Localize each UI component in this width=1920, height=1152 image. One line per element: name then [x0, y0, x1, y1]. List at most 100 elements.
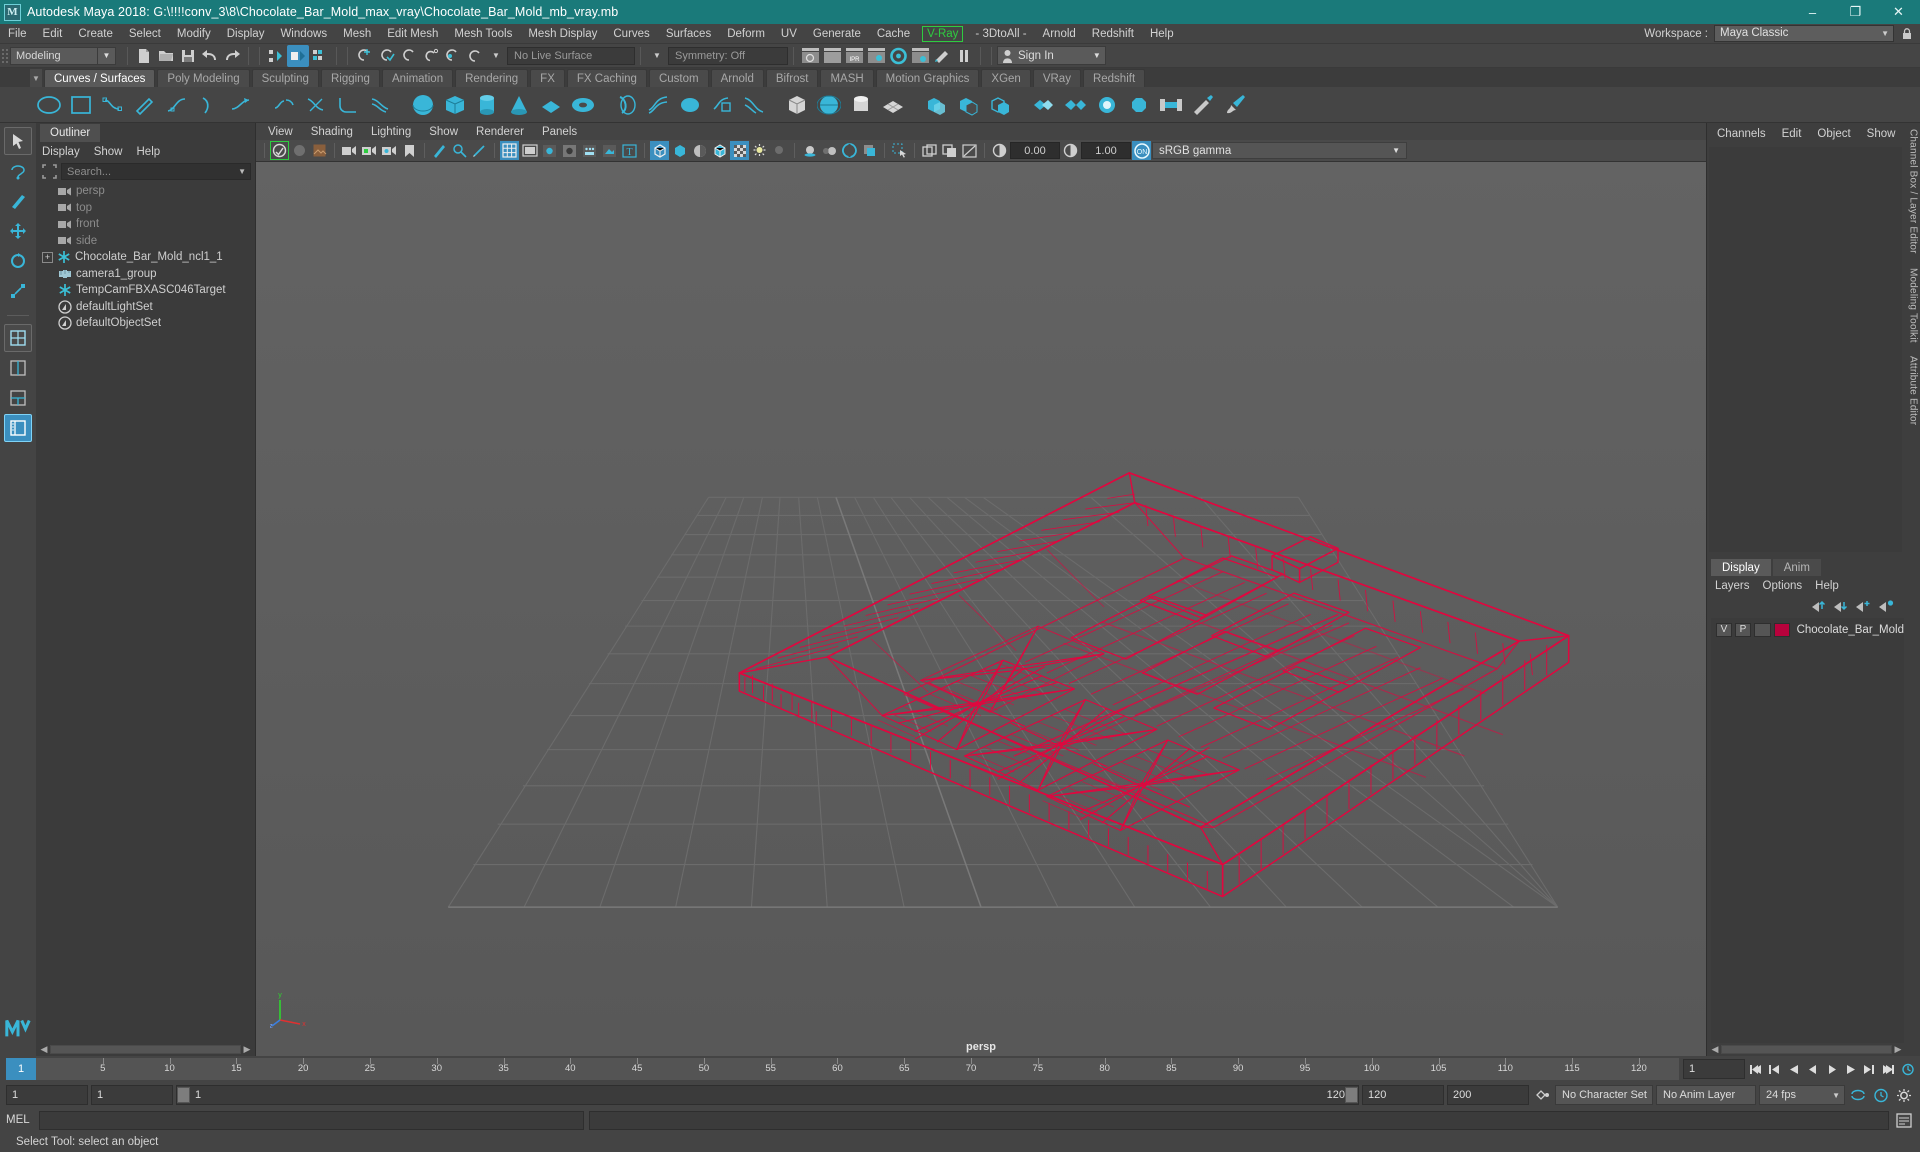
offset-curve-icon[interactable] [365, 90, 394, 119]
channelbox-menu-edit[interactable]: Edit [1782, 128, 1802, 140]
shelf-tab-mash[interactable]: MASH [820, 69, 874, 87]
select-by-hierarchy-icon[interactable] [265, 45, 287, 67]
gamma-icon[interactable] [1061, 141, 1080, 160]
animation-preferences-icon[interactable] [1899, 1059, 1916, 1079]
menu-item-generate[interactable]: Generate [805, 24, 869, 44]
layer-list-horizontal-scrollbar[interactable]: ◀ ▶ [1707, 1043, 1906, 1056]
snap-to-grid-icon[interactable] [353, 45, 375, 67]
minimize-button[interactable]: – [1791, 0, 1834, 24]
snap-to-curve-icon[interactable] [375, 45, 397, 67]
shelf-tab-sculpting[interactable]: Sculpting [251, 69, 319, 87]
symmetry-field[interactable]: Symmetry: Off [668, 46, 788, 65]
boolean-difference-icon[interactable] [953, 90, 982, 119]
lock-camera-icon[interactable] [360, 141, 379, 160]
measure-tool-icon[interactable] [470, 141, 489, 160]
open-scene-icon[interactable] [155, 45, 177, 67]
menu-item-mesh-tools[interactable]: Mesh Tools [446, 24, 520, 44]
exposure-icon[interactable] [990, 141, 1009, 160]
bookmark-sphere-icon[interactable] [290, 141, 309, 160]
menu-item-modify[interactable]: Modify [169, 24, 219, 44]
xray-display-icon[interactable] [540, 141, 559, 160]
poly-cube-icon[interactable] [782, 90, 811, 119]
lock-icon[interactable] [1898, 25, 1916, 43]
isolate-select-icon[interactable] [890, 141, 909, 160]
outliner-item-defaultobjectset[interactable]: defaultObjectSet [36, 315, 255, 332]
step-forward-frame-icon[interactable] [1842, 1059, 1859, 1079]
layer-state-toggle[interactable] [1753, 622, 1772, 637]
new-layer-icon[interactable] [1855, 599, 1871, 612]
time-slider-current-frame[interactable]: 1 [6, 1058, 36, 1080]
outliner-tab[interactable]: Outliner [40, 124, 101, 142]
vtab-channel-box-layer-editor[interactable]: Channel Box / Layer Editor [1908, 129, 1919, 254]
scroll-left-icon[interactable]: ◀ [38, 1044, 50, 1055]
layer-menu-help[interactable]: Help [1815, 580, 1839, 592]
menu-item-curves[interactable]: Curves [605, 24, 657, 44]
script-editor-icon[interactable] [1894, 1110, 1914, 1130]
viewport-menu-lighting[interactable]: Lighting [371, 126, 411, 138]
step-back-key-icon[interactable] [1766, 1059, 1783, 1079]
detach-curves-icon[interactable] [269, 90, 298, 119]
menu-item-windows[interactable]: Windows [272, 24, 335, 44]
smooth-icon[interactable] [1092, 90, 1121, 119]
close-button[interactable]: ✕ [1877, 0, 1920, 24]
loft-icon[interactable] [643, 90, 672, 119]
move-layer-up-icon[interactable] [1811, 599, 1826, 612]
scroll-right-icon[interactable]: ▶ [241, 1044, 253, 1055]
menu-item-surfaces[interactable]: Surfaces [658, 24, 719, 44]
pause-render-icon[interactable] [953, 45, 975, 67]
camera-settings-icon[interactable] [380, 141, 399, 160]
auto-key-icon[interactable] [1532, 1085, 1552, 1105]
render-settings-icon[interactable] [865, 45, 887, 67]
nurbs-circle-icon[interactable] [34, 90, 63, 119]
sculpt-tool-icon[interactable] [1188, 90, 1217, 119]
new-scene-icon[interactable] [133, 45, 155, 67]
snap-to-point-icon[interactable] [397, 45, 419, 67]
shelf-tab-fx-caching[interactable]: FX Caching [566, 69, 647, 87]
bridge-icon[interactable] [1156, 90, 1185, 119]
layer-color-swatch[interactable] [1774, 622, 1790, 637]
save-scene-icon[interactable] [177, 45, 199, 67]
smooth-shade-points-icon[interactable] [580, 141, 599, 160]
separate-icon[interactable] [1060, 90, 1089, 119]
rotate-tool-icon[interactable] [4, 247, 32, 275]
layout-two-pane-icon[interactable] [4, 354, 32, 382]
undo-icon[interactable] [199, 45, 221, 67]
chevron-down-icon[interactable]: ▼ [238, 167, 250, 176]
outliner-item-camera1-group[interactable]: camera1_group [36, 266, 255, 283]
layer-menu-layers[interactable]: Layers [1715, 580, 1750, 592]
pencil-curve-tool-icon[interactable] [130, 90, 159, 119]
ep-curve-tool-icon[interactable] [98, 90, 127, 119]
vtab-attribute-editor[interactable]: Attribute Editor [1908, 356, 1919, 425]
animation-end-field[interactable]: 120 [1362, 1085, 1444, 1105]
color-management-toggle-icon[interactable]: ON [1132, 141, 1151, 161]
exposure-field[interactable]: 0.00 [1010, 142, 1060, 160]
shelf-tab-vray[interactable]: VRay [1032, 69, 1081, 87]
ipr-render-icon[interactable]: IPR [843, 45, 865, 67]
playback-end-field[interactable]: 200 [1447, 1085, 1529, 1105]
nurbs-cube-icon[interactable] [440, 90, 469, 119]
viewport-menu-renderer[interactable]: Renderer [476, 126, 524, 138]
channel-box-content[interactable] [1709, 147, 1902, 552]
live-surface-dropdown-arrow[interactable]: ▼ [485, 45, 507, 67]
command-input[interactable] [39, 1110, 584, 1130]
gamma-field[interactable]: 1.00 [1081, 142, 1131, 160]
channelbox-menu-channels[interactable]: Channels [1717, 128, 1766, 140]
select-tool-icon[interactable] [4, 127, 32, 155]
menu-item-edit[interactable]: Edit [35, 24, 71, 44]
planar-surface-icon[interactable] [675, 90, 704, 119]
light-preview-icon[interactable] [600, 141, 619, 160]
channelbox-menu-object[interactable]: Object [1817, 128, 1850, 140]
shelf-tab-rendering[interactable]: Rendering [455, 69, 529, 87]
menu-item-arnold[interactable]: Arnold [1035, 24, 1084, 44]
scroll-right-icon[interactable]: ▶ [1892, 1044, 1904, 1055]
extrude-icon[interactable] [707, 90, 736, 119]
poly-sphere-icon[interactable] [814, 90, 843, 119]
playback-speed-select[interactable]: 24 fps ▼ [1759, 1085, 1845, 1105]
shelf-tab-bifrost[interactable]: Bifrost [765, 69, 819, 87]
menu-item-display[interactable]: Display [219, 24, 273, 44]
range-slider-track[interactable]: 1 120 [176, 1085, 1359, 1105]
bezier-curve-tool-icon[interactable] [162, 90, 191, 119]
revolve-icon[interactable] [611, 90, 640, 119]
texture-display-icon[interactable] [730, 141, 749, 161]
shelf-tab-motion-graphics[interactable]: Motion Graphics [875, 69, 980, 87]
